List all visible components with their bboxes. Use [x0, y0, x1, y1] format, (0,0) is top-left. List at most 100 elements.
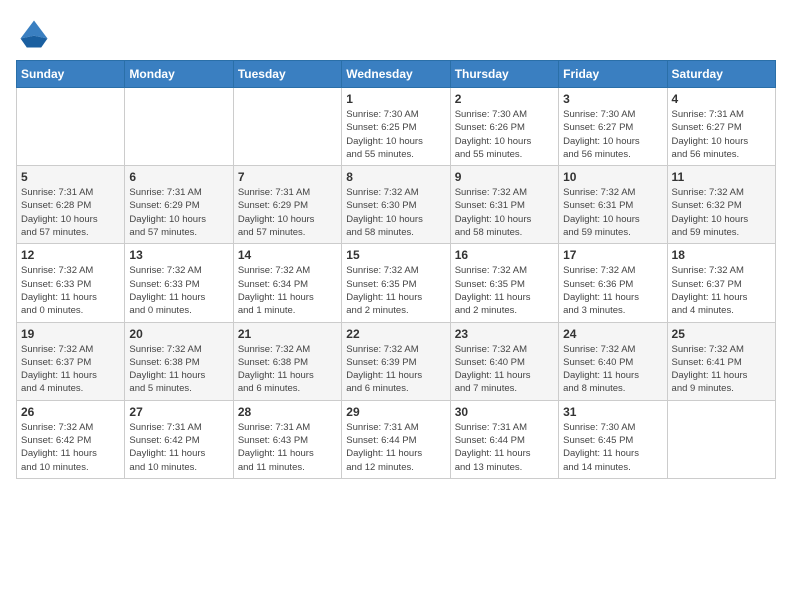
- day-info: Sunrise: 7:31 AM Sunset: 6:44 PM Dayligh…: [455, 421, 554, 474]
- calendar-cell: 26 Sunrise: 7:32 AM Sunset: 6:42 PM Dayli…: [17, 400, 125, 478]
- day-number: 4: [672, 92, 771, 106]
- calendar-header-wednesday: Wednesday: [342, 61, 450, 88]
- day-info: Sunrise: 7:32 AM Sunset: 6:41 PM Dayligh…: [672, 343, 771, 396]
- day-info: Sunrise: 7:30 AM Sunset: 6:45 PM Dayligh…: [563, 421, 662, 474]
- day-info: Sunrise: 7:32 AM Sunset: 6:40 PM Dayligh…: [455, 343, 554, 396]
- calendar-cell: 12Sunrise: 7:32 AM Sunset: 6:33 PM Dayli…: [17, 244, 125, 322]
- day-info: Sunrise: 7:32 AM Sunset: 6:38 PM Dayligh…: [238, 343, 337, 396]
- calendar-cell: 5 Sunrise: 7:31 AM Sunset: 6:28 PM Daylig…: [17, 166, 125, 244]
- day-number: 25: [672, 327, 771, 341]
- calendar-header-monday: Monday: [125, 61, 233, 88]
- day-info: Sunrise: 7:32 AM Sunset: 6:31 PM Dayligh…: [563, 186, 662, 239]
- calendar-table: SundayMondayTuesdayWednesdayThursdayFrid…: [16, 60, 776, 479]
- calendar-cell: 31 Sunrise: 7:30 AM Sunset: 6:45 PM Dayli…: [559, 400, 667, 478]
- day-number: 26: [21, 405, 120, 419]
- day-info: Sunrise: 7:32 AM Sunset: 6:33 PM Dayligh…: [21, 264, 120, 317]
- day-info: Sunrise: 7:31 AM Sunset: 6:43 PM Dayligh…: [238, 421, 337, 474]
- day-number: 19: [21, 327, 120, 341]
- calendar-cell: 4 Sunrise: 7:31 AM Sunset: 6:27 PM Daylig…: [667, 88, 775, 166]
- day-number: 5: [21, 170, 120, 184]
- day-info: Sunrise: 7:31 AM Sunset: 6:27 PM Dayligh…: [672, 108, 771, 161]
- day-number: 30: [455, 405, 554, 419]
- calendar-cell: 9 Sunrise: 7:32 AM Sunset: 6:31 PM Daylig…: [450, 166, 558, 244]
- day-number: 27: [129, 405, 228, 419]
- day-number: 22: [346, 327, 445, 341]
- calendar-cell: 1 Sunrise: 7:30 AM Sunset: 6:25 PM Daylig…: [342, 88, 450, 166]
- calendar-header-saturday: Saturday: [667, 61, 775, 88]
- calendar-cell: 3Sunrise: 7:30 AM Sunset: 6:27 PM Daylig…: [559, 88, 667, 166]
- day-number: 31: [563, 405, 662, 419]
- calendar-cell: 18 Sunrise: 7:32 AM Sunset: 6:37 PM Dayli…: [667, 244, 775, 322]
- calendar-cell: 30 Sunrise: 7:31 AM Sunset: 6:44 PM Dayli…: [450, 400, 558, 478]
- day-number: 14: [238, 248, 337, 262]
- calendar-cell: 25 Sunrise: 7:32 AM Sunset: 6:41 PM Dayli…: [667, 322, 775, 400]
- day-info: Sunrise: 7:32 AM Sunset: 6:40 PM Dayligh…: [563, 343, 662, 396]
- day-info: Sunrise: 7:32 AM Sunset: 6:30 PM Dayligh…: [346, 186, 445, 239]
- calendar-cell: [233, 88, 341, 166]
- calendar-week-row: 5 Sunrise: 7:31 AM Sunset: 6:28 PM Daylig…: [17, 166, 776, 244]
- page-header: [16, 16, 776, 52]
- day-info: Sunrise: 7:31 AM Sunset: 6:42 PM Dayligh…: [129, 421, 228, 474]
- day-number: 7: [238, 170, 337, 184]
- day-info: Sunrise: 7:32 AM Sunset: 6:38 PM Dayligh…: [129, 343, 228, 396]
- calendar-cell: 14 Sunrise: 7:32 AM Sunset: 6:34 PM Dayli…: [233, 244, 341, 322]
- day-number: 21: [238, 327, 337, 341]
- day-number: 23: [455, 327, 554, 341]
- day-number: 24: [563, 327, 662, 341]
- day-info: Sunrise: 7:32 AM Sunset: 6:33 PM Dayligh…: [129, 264, 228, 317]
- calendar-cell: 21 Sunrise: 7:32 AM Sunset: 6:38 PM Dayli…: [233, 322, 341, 400]
- day-info: Sunrise: 7:32 AM Sunset: 6:35 PM Dayligh…: [455, 264, 554, 317]
- calendar-cell: 19 Sunrise: 7:32 AM Sunset: 6:37 PM Dayli…: [17, 322, 125, 400]
- calendar-header-tuesday: Tuesday: [233, 61, 341, 88]
- calendar-cell: [125, 88, 233, 166]
- day-number: 28: [238, 405, 337, 419]
- calendar-cell: 11 Sunrise: 7:32 AM Sunset: 6:32 PM Dayli…: [667, 166, 775, 244]
- calendar-header-sunday: Sunday: [17, 61, 125, 88]
- calendar-cell: 29 Sunrise: 7:31 AM Sunset: 6:44 PM Dayli…: [342, 400, 450, 478]
- logo: [16, 16, 58, 52]
- calendar-cell: 6 Sunrise: 7:31 AM Sunset: 6:29 PM Daylig…: [125, 166, 233, 244]
- day-number: 16: [455, 248, 554, 262]
- calendar-week-row: 19 Sunrise: 7:32 AM Sunset: 6:37 PM Dayli…: [17, 322, 776, 400]
- calendar-cell: 15Sunrise: 7:32 AM Sunset: 6:35 PM Dayli…: [342, 244, 450, 322]
- day-info: Sunrise: 7:30 AM Sunset: 6:26 PM Dayligh…: [455, 108, 554, 161]
- day-info: Sunrise: 7:31 AM Sunset: 6:28 PM Dayligh…: [21, 186, 120, 239]
- calendar-week-row: 1 Sunrise: 7:30 AM Sunset: 6:25 PM Daylig…: [17, 88, 776, 166]
- day-number: 2: [455, 92, 554, 106]
- calendar-cell: 17 Sunrise: 7:32 AM Sunset: 6:36 PM Dayli…: [559, 244, 667, 322]
- day-info: Sunrise: 7:31 AM Sunset: 6:29 PM Dayligh…: [238, 186, 337, 239]
- day-info: Sunrise: 7:32 AM Sunset: 6:37 PM Dayligh…: [21, 343, 120, 396]
- day-number: 3: [563, 92, 662, 106]
- calendar-cell: 13Sunrise: 7:32 AM Sunset: 6:33 PM Dayli…: [125, 244, 233, 322]
- day-info: Sunrise: 7:32 AM Sunset: 6:36 PM Dayligh…: [563, 264, 662, 317]
- logo-icon: [16, 16, 52, 52]
- day-info: Sunrise: 7:32 AM Sunset: 6:37 PM Dayligh…: [672, 264, 771, 317]
- day-number: 18: [672, 248, 771, 262]
- calendar-cell: 8 Sunrise: 7:32 AM Sunset: 6:30 PM Daylig…: [342, 166, 450, 244]
- day-number: 11: [672, 170, 771, 184]
- calendar-cell: 16 Sunrise: 7:32 AM Sunset: 6:35 PM Dayli…: [450, 244, 558, 322]
- calendar-cell: 22 Sunrise: 7:32 AM Sunset: 6:39 PM Dayli…: [342, 322, 450, 400]
- day-number: 17: [563, 248, 662, 262]
- calendar-cell: [17, 88, 125, 166]
- day-info: Sunrise: 7:32 AM Sunset: 6:42 PM Dayligh…: [21, 421, 120, 474]
- day-info: Sunrise: 7:32 AM Sunset: 6:31 PM Dayligh…: [455, 186, 554, 239]
- calendar-header-thursday: Thursday: [450, 61, 558, 88]
- day-info: Sunrise: 7:31 AM Sunset: 6:29 PM Dayligh…: [129, 186, 228, 239]
- calendar-cell: 24 Sunrise: 7:32 AM Sunset: 6:40 PM Dayli…: [559, 322, 667, 400]
- day-number: 29: [346, 405, 445, 419]
- day-number: 8: [346, 170, 445, 184]
- calendar-cell: 23 Sunrise: 7:32 AM Sunset: 6:40 PM Dayli…: [450, 322, 558, 400]
- day-info: Sunrise: 7:32 AM Sunset: 6:32 PM Dayligh…: [672, 186, 771, 239]
- day-info: Sunrise: 7:32 AM Sunset: 6:34 PM Dayligh…: [238, 264, 337, 317]
- day-number: 6: [129, 170, 228, 184]
- day-info: Sunrise: 7:32 AM Sunset: 6:39 PM Dayligh…: [346, 343, 445, 396]
- day-number: 9: [455, 170, 554, 184]
- day-info: Sunrise: 7:30 AM Sunset: 6:25 PM Dayligh…: [346, 108, 445, 161]
- calendar-header-friday: Friday: [559, 61, 667, 88]
- calendar-cell: 28 Sunrise: 7:31 AM Sunset: 6:43 PM Dayli…: [233, 400, 341, 478]
- calendar-header-row: SundayMondayTuesdayWednesdayThursdayFrid…: [17, 61, 776, 88]
- day-info: Sunrise: 7:31 AM Sunset: 6:44 PM Dayligh…: [346, 421, 445, 474]
- day-number: 1: [346, 92, 445, 106]
- day-info: Sunrise: 7:32 AM Sunset: 6:35 PM Dayligh…: [346, 264, 445, 317]
